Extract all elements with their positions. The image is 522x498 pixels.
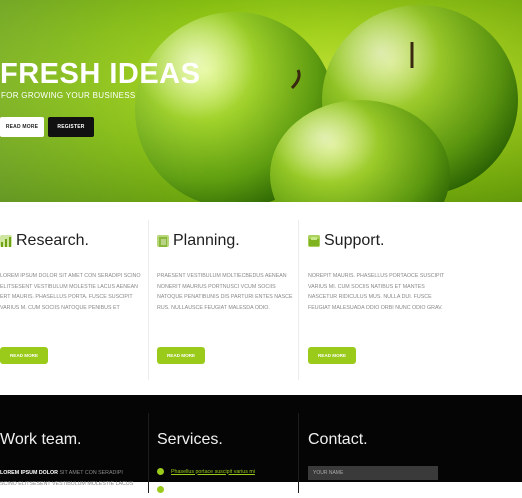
features-section: Research. LOREM IPSUM DOLOR SIT AMET CON… bbox=[0, 202, 522, 395]
feature-heading: Support. bbox=[308, 232, 384, 250]
hero-register-button[interactable]: REGISTER bbox=[48, 117, 94, 137]
contact-name-field[interactable]: YOUR NAME bbox=[308, 466, 438, 480]
feature-title: Support. bbox=[324, 232, 385, 249]
divider bbox=[148, 220, 149, 380]
divider bbox=[148, 413, 149, 493]
notebook-icon bbox=[157, 235, 169, 247]
support-read-more-button[interactable]: READ MORE bbox=[308, 347, 356, 364]
research-read-more-button[interactable]: READ MORE bbox=[0, 347, 48, 364]
contact-title: Contact. bbox=[308, 431, 368, 448]
chart-icon bbox=[0, 235, 12, 247]
feature-planning: Planning. PRAESENT VESTIBULUM MOLTIECBED… bbox=[157, 202, 297, 382]
feature-text: PRAESENT VESTIBULUM MOLTIECBEDUS AENEAN … bbox=[157, 273, 293, 311]
feature-title: Planning. bbox=[173, 232, 240, 249]
support-icon bbox=[308, 235, 320, 247]
hero-read-more-button[interactable]: READ MORE bbox=[0, 117, 44, 137]
services-link[interactable]: Phasellus portace suscipit varius mi bbox=[171, 469, 255, 475]
bullet-icon bbox=[157, 468, 164, 475]
services-title: Services. bbox=[157, 431, 223, 448]
feature-text: NOREPIT MAURIS. PHASELLUS PORTAOCE SUSCI… bbox=[308, 273, 445, 311]
hero-banner: FRESH IDEAS FOR GROWING YOUR BUSINESS RE… bbox=[0, 0, 522, 202]
footer-section: Work team. LOREM IPSUM DOLOR SIT AMET CO… bbox=[0, 395, 522, 493]
feature-text: LOREM IPSUM DOLOR SIT AMET CON SERADIPI … bbox=[0, 273, 141, 311]
work-team-title: Work team. bbox=[0, 431, 82, 448]
hero-subtitle: FOR GROWING YOUR BUSINESS bbox=[1, 91, 136, 100]
feature-title: Research. bbox=[16, 232, 89, 249]
feature-support: Support. NOREPIT MAURIS. PHASELLUS PORTA… bbox=[308, 202, 448, 382]
divider bbox=[298, 413, 299, 493]
hero-overlay bbox=[0, 0, 522, 202]
work-team-text-bold: LOREM IPSUM DOLOR bbox=[0, 470, 58, 476]
services-list-item[interactable]: Phasellus portace suscipit varius mi bbox=[157, 468, 255, 475]
hero-title: FRESH IDEAS bbox=[0, 58, 201, 90]
divider bbox=[298, 220, 299, 380]
bullet-icon bbox=[157, 486, 164, 493]
services-list-item[interactable] bbox=[157, 480, 171, 498]
planning-read-more-button[interactable]: READ MORE bbox=[157, 347, 205, 364]
feature-heading: Research. bbox=[0, 232, 89, 250]
feature-heading: Planning. bbox=[157, 232, 240, 250]
work-team-text: LOREM IPSUM DOLOR SIT AMET CON SERADIPI … bbox=[0, 468, 140, 489]
feature-research: Research. LOREM IPSUM DOLOR SIT AMET CON… bbox=[0, 202, 148, 382]
